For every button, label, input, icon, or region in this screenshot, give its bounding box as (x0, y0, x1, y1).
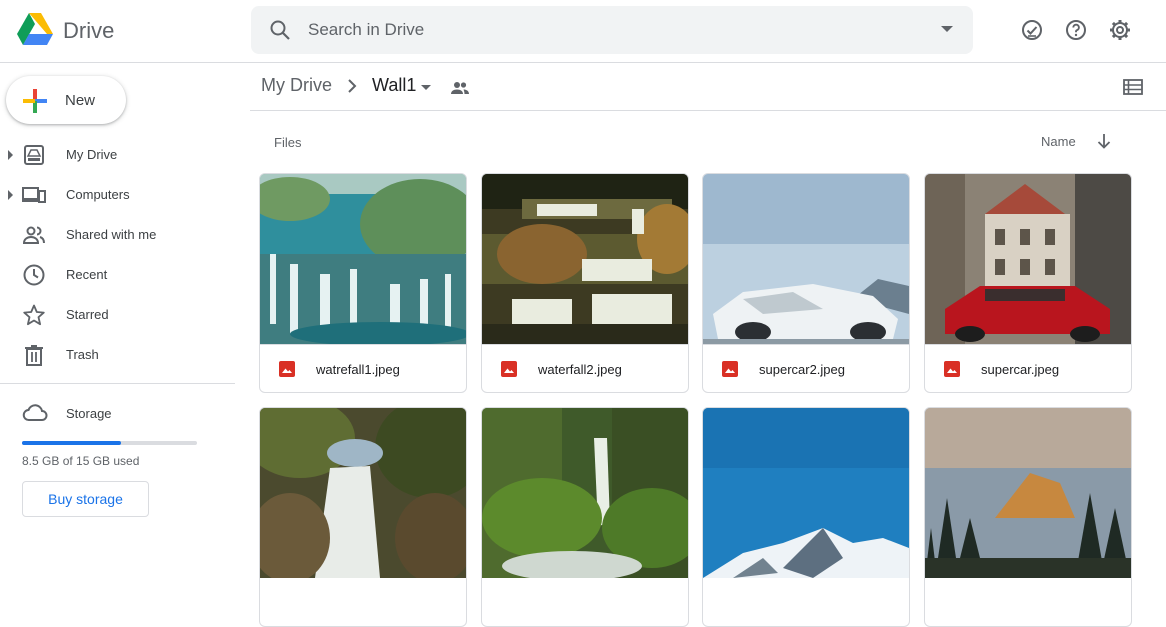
arrow-down-icon[interactable] (1096, 132, 1112, 150)
sidebar-divider (0, 383, 235, 384)
storage-label: Storage (66, 406, 112, 421)
help-icon[interactable] (1064, 18, 1088, 42)
file-card[interactable] (702, 407, 910, 627)
sort-by-name-button[interactable]: Name (1041, 134, 1076, 149)
sidebar-item-label: Shared with me (66, 227, 157, 242)
sidebar-item-label: Recent (66, 267, 108, 282)
file-name: supercar.jpeg (981, 362, 1060, 377)
my-drive-icon (24, 145, 44, 165)
offline-status-icon[interactable] (1020, 18, 1044, 42)
trash-icon (25, 345, 43, 366)
sidebar-item-starred[interactable]: Starred (0, 295, 240, 335)
search-icon[interactable] (269, 19, 291, 41)
sidebar: New My Drive Computers Shared with me Re… (0, 63, 250, 579)
sidebar-item-my-drive[interactable]: My Drive (0, 135, 240, 175)
file-card[interactable]: watrefall1.jpeg (259, 173, 467, 393)
computers-icon (22, 187, 46, 203)
new-button[interactable]: New (6, 76, 126, 124)
expand-caret-icon[interactable] (8, 150, 13, 160)
file-caption: waterfall2.jpeg (482, 344, 688, 392)
file-card[interactable]: supercar2.jpeg (702, 173, 910, 393)
breadcrumb: My Drive Wall1 (250, 63, 1166, 111)
list-view-icon[interactable] (1123, 78, 1143, 96)
shared-folder-icon[interactable] (451, 80, 469, 96)
image-file-icon (279, 361, 295, 377)
file-thumbnail (482, 408, 688, 578)
storage-used-text: 8.5 GB of 15 GB used (22, 454, 140, 468)
file-card[interactable]: supercar.jpeg (924, 173, 1132, 393)
storage-progress-bar (22, 441, 197, 445)
image-file-icon (501, 361, 517, 377)
main-content: My Drive Wall1 Files Name watrefall1.jpe… (250, 63, 1166, 627)
sidebar-item-label: Trash (66, 347, 99, 362)
sidebar-item-trash[interactable]: Trash (0, 335, 240, 375)
file-card[interactable]: waterfall2.jpeg (481, 173, 689, 393)
drive-logo-icon[interactable] (16, 12, 54, 46)
folder-menu-dropdown-icon[interactable] (421, 85, 431, 90)
top-bar: Drive Search in Drive (0, 0, 1166, 63)
image-file-icon (722, 361, 738, 377)
sidebar-item-label: Starred (66, 307, 109, 322)
file-name: supercar2.jpeg (759, 362, 845, 377)
app-title[interactable]: Drive (63, 18, 114, 44)
star-icon (23, 304, 45, 326)
storage-progress-fill (22, 441, 122, 445)
file-thumbnail (703, 408, 909, 578)
file-thumbnail (482, 174, 688, 344)
file-card[interactable] (259, 407, 467, 627)
clock-icon (23, 264, 45, 286)
files-section-label: Files (274, 135, 302, 150)
file-thumbnail (260, 408, 466, 578)
file-card[interactable] (481, 407, 689, 627)
file-thumbnail (925, 174, 1131, 344)
file-name: waterfall2.jpeg (538, 362, 622, 377)
cloud-icon (22, 404, 48, 421)
settings-icon[interactable] (1108, 18, 1132, 42)
search-input[interactable]: Search in Drive (308, 20, 424, 40)
file-thumbnail (260, 174, 466, 344)
file-card[interactable] (924, 407, 1132, 627)
chevron-right-icon (348, 79, 357, 93)
sidebar-item-storage[interactable]: Storage (0, 395, 240, 431)
buy-storage-button[interactable]: Buy storage (22, 481, 149, 517)
sidebar-item-computers[interactable]: Computers (0, 175, 240, 215)
file-caption: watrefall1.jpeg (260, 344, 466, 392)
expand-caret-icon[interactable] (8, 190, 13, 200)
breadcrumb-current-folder[interactable]: Wall1 (372, 75, 416, 96)
file-thumbnail (925, 408, 1131, 578)
plus-icon (23, 89, 47, 113)
file-thumbnail (703, 174, 909, 344)
breadcrumb-my-drive[interactable]: My Drive (261, 75, 332, 96)
sidebar-item-label: My Drive (66, 147, 118, 162)
shared-with-me-icon (22, 226, 45, 244)
file-caption: supercar2.jpeg (703, 344, 909, 392)
file-name: watrefall1.jpeg (316, 362, 400, 377)
search-options-icon[interactable] (941, 26, 953, 32)
file-caption: supercar.jpeg (925, 344, 1131, 392)
new-button-label: New (65, 92, 96, 109)
search-bar[interactable]: Search in Drive (251, 6, 973, 54)
sidebar-item-recent[interactable]: Recent (0, 255, 240, 295)
image-file-icon (944, 361, 960, 377)
sidebar-item-shared-with-me[interactable]: Shared with me (0, 215, 240, 255)
sidebar-item-label: Computers (66, 187, 130, 202)
